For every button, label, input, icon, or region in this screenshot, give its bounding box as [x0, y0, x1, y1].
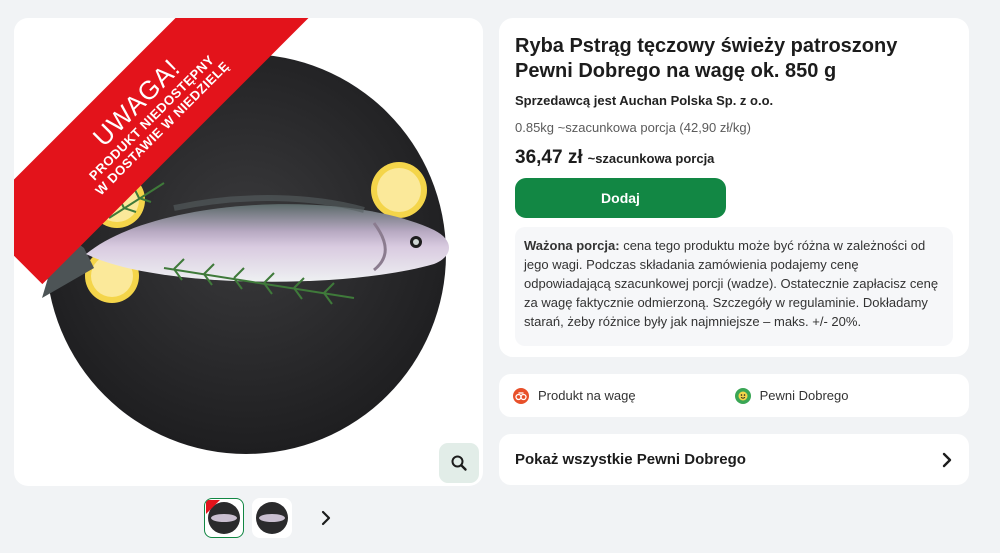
thumbnail-2[interactable] [252, 498, 292, 538]
portion-info: 0.85kg ~szacunkowa porcja (42,90 zł/kg) [515, 120, 751, 135]
thumbnail-strip [204, 498, 338, 538]
magnifier-icon [451, 455, 467, 471]
lemon-slice [371, 162, 427, 218]
attribute-brand: Pewni Dobrego [734, 387, 849, 404]
product-title: Ryba Pstrąg tęczowy świeży patroszony Pe… [515, 35, 898, 82]
attribute-label: Pewni Dobrego [759, 388, 849, 403]
add-to-cart-button[interactable]: Dodaj [515, 178, 726, 218]
price-note: ~szacunkowa porcja [587, 151, 715, 166]
thumbnails-next-button[interactable] [314, 498, 338, 538]
note-label: Ważona porcja: [524, 238, 620, 253]
price-row: 36,47 zł ~szacunkowa porcja [515, 147, 953, 169]
show-all-label: Pokaż wszystkie Pewni Dobrego [515, 451, 746, 468]
product-photo [42, 54, 449, 454]
chevron-right-icon [942, 452, 952, 467]
product-image-card: UWAGA! PRODUKT NIEDOSTĘPNY W DOSTAWIE W … [14, 18, 483, 486]
zoom-button[interactable] [439, 443, 479, 483]
thumbnail-1[interactable] [204, 498, 244, 538]
chevron-right-icon [321, 510, 331, 526]
product-info-card: Ryba Pstrąg tęczowy świeży patroszony Pe… [499, 18, 969, 357]
price: 36,47 zł [515, 147, 583, 168]
attribute-weighted: Produkt na wagę [513, 387, 636, 404]
pewni-dobrego-icon [734, 387, 751, 404]
product-attributes: Produkt na wagę Pewni Dobrego [499, 374, 969, 417]
seller-info: Sprzedawcą jest Auchan Polska Sp. z o.o. [515, 93, 774, 108]
weighted-portion-note: Ważona porcja: cena tego produktu może b… [515, 227, 953, 346]
attribute-label: Produkt na wagę [538, 388, 636, 403]
thumbnail-image [206, 500, 240, 534]
show-all-brand-link[interactable]: Pokaż wszystkie Pewni Dobrego [499, 434, 969, 485]
thumbnail-image [256, 502, 288, 534]
scale-icon [513, 387, 529, 404]
